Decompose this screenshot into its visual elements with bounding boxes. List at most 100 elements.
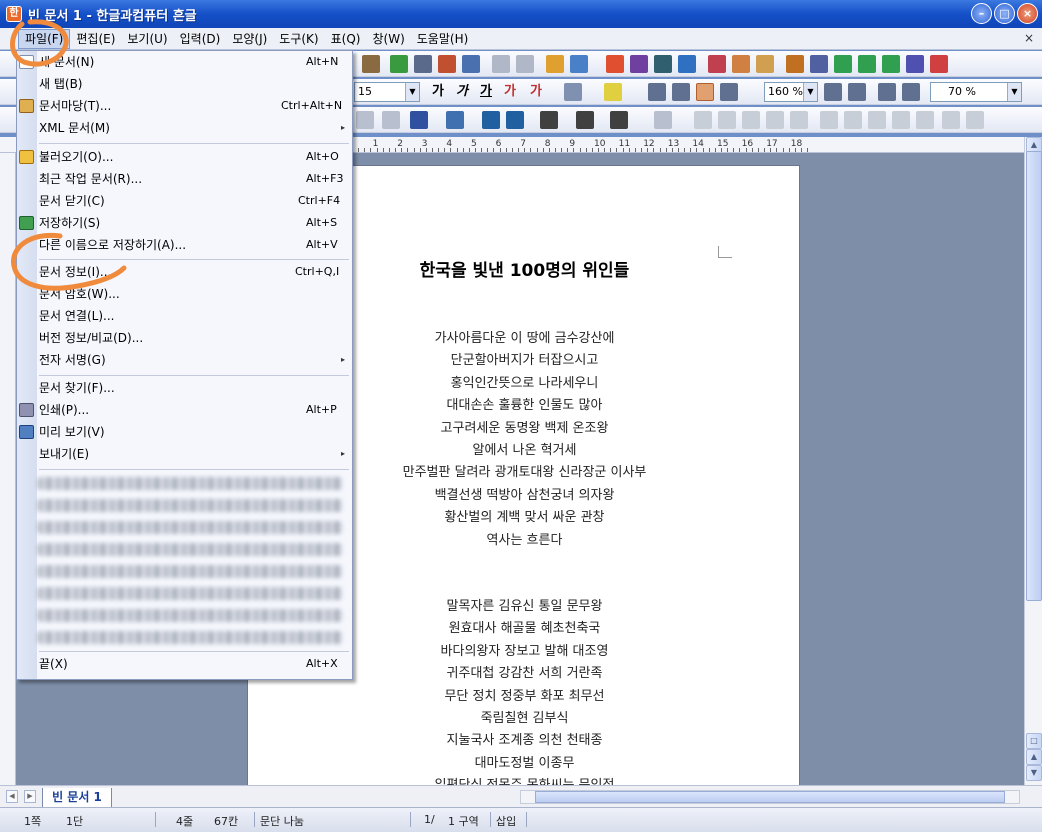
triangle-icon[interactable] bbox=[892, 111, 910, 129]
chart-icon[interactable] bbox=[606, 55, 624, 73]
formula-icon[interactable] bbox=[654, 55, 672, 73]
menu-document-info[interactable]: 문서 정보(I)... Ctrl+Q,I bbox=[17, 261, 352, 283]
link-icon[interactable] bbox=[492, 55, 510, 73]
ungroup-icon[interactable] bbox=[718, 111, 736, 129]
tab-document-1[interactable]: 빈 문서 1 bbox=[42, 788, 112, 808]
spell-check-icon[interactable] bbox=[390, 55, 408, 73]
menu-recent-documents[interactable]: 최근 작업 문서(R)... Alt+F3 bbox=[17, 168, 352, 190]
horizontal-scrollbar[interactable] bbox=[520, 790, 1020, 804]
menu-template[interactable]: 문서마당(T)... Ctrl+Alt+N bbox=[17, 95, 352, 117]
menu-save-as[interactable]: 다른 이름으로 저장하기(A)... Alt+V bbox=[17, 234, 352, 256]
menu-document-link[interactable]: 문서 연결(L)... bbox=[17, 305, 352, 327]
menu-tools[interactable]: 도구(K) bbox=[273, 28, 324, 50]
copy-format-icon[interactable] bbox=[732, 55, 750, 73]
recent-file-8[interactable] bbox=[37, 631, 343, 644]
menu-window[interactable]: 창(W) bbox=[366, 28, 410, 50]
horizontal-scroll-thumb[interactable] bbox=[535, 791, 1005, 803]
frame-icon[interactable] bbox=[868, 111, 886, 129]
bold-button[interactable]: 가 bbox=[432, 83, 444, 101]
field-1-icon[interactable] bbox=[834, 55, 852, 73]
status-insert-mode[interactable]: 삽입 bbox=[496, 813, 516, 829]
align-right-icon[interactable] bbox=[720, 83, 738, 101]
bookmark-icon[interactable] bbox=[786, 55, 804, 73]
underline-button[interactable]: 가 bbox=[480, 83, 492, 101]
menu-xml-document[interactable]: XML 문서(M) ▸ bbox=[17, 117, 352, 139]
maximize-button[interactable]: □ bbox=[994, 3, 1015, 24]
menu-preview[interactable]: 미리 보기(V) bbox=[17, 421, 352, 443]
strike-button[interactable]: 가 bbox=[504, 83, 516, 101]
unlink-icon[interactable] bbox=[516, 55, 534, 73]
shade-icon[interactable] bbox=[564, 83, 582, 101]
format-icon[interactable] bbox=[462, 55, 480, 73]
zoom-select[interactable]: 70 % ▼ bbox=[930, 82, 1022, 102]
page-down-icon[interactable]: ▼ bbox=[1026, 765, 1042, 781]
send-backward-icon[interactable] bbox=[506, 111, 524, 129]
char-spacing-select[interactable]: 160 % ▼ bbox=[764, 82, 818, 102]
recent-file-6[interactable] bbox=[37, 587, 343, 600]
align-left-icon[interactable] bbox=[672, 83, 690, 101]
tab-next-icon[interactable]: ▶ bbox=[24, 790, 36, 803]
close-button[interactable]: × bbox=[1017, 3, 1038, 24]
align-center-icon[interactable] bbox=[696, 83, 714, 101]
align-icon[interactable] bbox=[414, 55, 432, 73]
highlight-icon[interactable] bbox=[604, 83, 622, 101]
crop-icon[interactable] bbox=[966, 111, 984, 129]
menu-edit[interactable]: 편집(E) bbox=[70, 28, 121, 50]
flip-icon[interactable] bbox=[790, 111, 808, 129]
tab-prev-icon[interactable]: ◀ bbox=[6, 790, 18, 803]
wrap-icon[interactable] bbox=[820, 111, 838, 129]
memo-icon[interactable] bbox=[756, 55, 774, 73]
recent-file-3[interactable] bbox=[37, 521, 343, 534]
menu-view[interactable]: 보기(U) bbox=[121, 28, 173, 50]
vertical-scrollbar[interactable]: ▲ □ ▲ ▼ bbox=[1024, 137, 1042, 785]
menu-close-document[interactable]: 문서 닫기(C) Ctrl+F4 bbox=[17, 190, 352, 212]
menu-save[interactable]: 저장하기(S) Alt+S bbox=[17, 212, 352, 234]
arrow-style-icon[interactable] bbox=[610, 111, 628, 129]
outdent-icon[interactable] bbox=[848, 83, 866, 101]
page-view-icon[interactable]: □ bbox=[1026, 733, 1042, 749]
menu-version-info[interactable]: 버전 정보/비교(D)... bbox=[17, 327, 352, 349]
recent-file-4[interactable] bbox=[37, 543, 343, 556]
page-up-icon[interactable]: ▲ bbox=[1026, 749, 1042, 765]
field-4-icon[interactable] bbox=[906, 55, 924, 73]
slide-icon[interactable] bbox=[810, 55, 828, 73]
field-3-icon[interactable] bbox=[882, 55, 900, 73]
select-icon[interactable] bbox=[356, 111, 374, 129]
scroll-thumb[interactable] bbox=[1026, 151, 1042, 601]
document-close-icon[interactable]: × bbox=[1024, 31, 1034, 45]
distribute-icon[interactable] bbox=[766, 111, 784, 129]
picture-edit-icon[interactable] bbox=[942, 111, 960, 129]
stamp-icon[interactable] bbox=[362, 55, 380, 73]
menu-file[interactable]: 파일(F) bbox=[18, 28, 71, 49]
menu-send[interactable]: 보내기(E) ▸ bbox=[17, 443, 352, 465]
recent-file-7[interactable] bbox=[37, 609, 343, 622]
italic-button[interactable]: 가 bbox=[456, 83, 468, 101]
table-icon[interactable] bbox=[570, 55, 588, 73]
shadow-icon[interactable] bbox=[654, 111, 672, 129]
font-size-select[interactable]: 15 ▼ bbox=[354, 82, 420, 102]
bullet-list-icon[interactable] bbox=[878, 83, 896, 101]
style-icon[interactable] bbox=[438, 55, 456, 73]
align-justify-icon[interactable] bbox=[648, 83, 666, 101]
abc-icon[interactable] bbox=[708, 55, 726, 73]
field-2-icon[interactable] bbox=[858, 55, 876, 73]
menu-new-document[interactable]: 새 문서(N) Alt+N bbox=[17, 51, 352, 73]
font-color-button[interactable]: 가 bbox=[530, 83, 542, 101]
minimize-button[interactable]: – bbox=[971, 3, 992, 24]
menu-find-document[interactable]: 문서 찾기(F)... bbox=[17, 377, 352, 399]
recent-file-5[interactable] bbox=[37, 565, 343, 578]
rotate-icon[interactable] bbox=[382, 111, 400, 129]
menu-exit[interactable]: 끝(X) Alt+X bbox=[17, 653, 352, 675]
align-objects-icon[interactable] bbox=[742, 111, 760, 129]
web-icon[interactable] bbox=[930, 55, 948, 73]
menu-table[interactable]: 표(Q) bbox=[325, 28, 367, 50]
picture-icon[interactable] bbox=[546, 55, 564, 73]
menu-print[interactable]: 인쇄(P)... Alt+P bbox=[17, 399, 352, 421]
menu-new-tab[interactable]: 새 탭(B) bbox=[17, 73, 352, 95]
recent-file-1[interactable] bbox=[37, 477, 343, 490]
line-dash-icon[interactable] bbox=[576, 111, 594, 129]
menu-input[interactable]: 입력(D) bbox=[174, 28, 227, 50]
menu-open[interactable]: 불러오기(O)... Alt+O bbox=[17, 146, 352, 168]
menu-document-password[interactable]: 문서 암호(W)... bbox=[17, 283, 352, 305]
group-icon[interactable] bbox=[694, 111, 712, 129]
